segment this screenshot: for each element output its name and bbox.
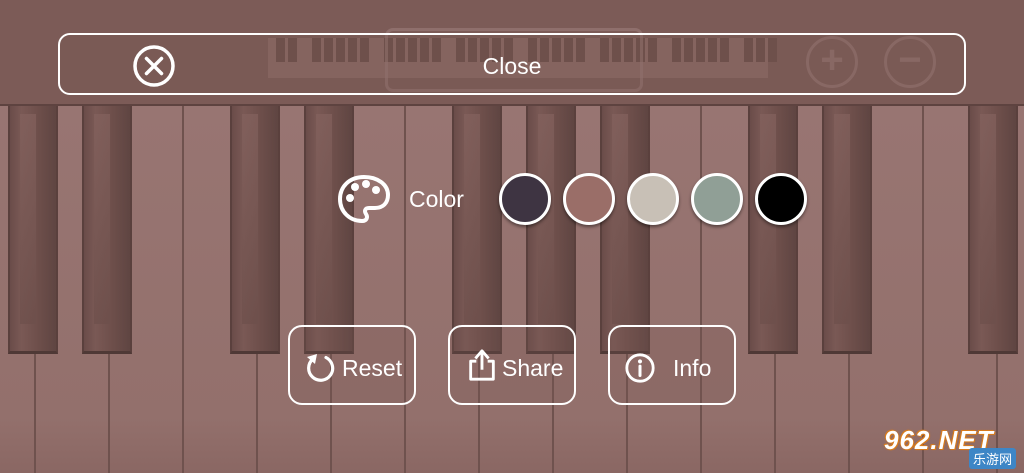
color-swatch-beige[interactable] — [627, 173, 679, 225]
share-icon — [469, 349, 495, 381]
reset-icon — [307, 354, 335, 382]
black-key — [82, 106, 132, 354]
black-key — [526, 106, 576, 354]
palette-icon — [338, 175, 390, 223]
color-swatch-black[interactable] — [755, 173, 807, 225]
black-key — [600, 106, 650, 354]
info-icon — [625, 353, 655, 383]
color-swatch-rose-brown[interactable] — [563, 173, 615, 225]
piano-app: + − Close Color Reset Share Info 962.NET… — [0, 0, 1024, 473]
share-button[interactable]: Share — [448, 325, 576, 405]
share-label: Share — [502, 355, 564, 381]
reset-button[interactable]: Reset — [288, 325, 416, 405]
color-label: Color — [409, 186, 464, 212]
reset-label: Reset — [342, 355, 403, 381]
black-key — [968, 106, 1018, 354]
black-key — [452, 106, 502, 354]
black-key — [230, 106, 280, 354]
color-swatch-dark-plum[interactable] — [499, 173, 551, 225]
piano-keyboard — [0, 106, 1024, 473]
close-label: Close — [482, 53, 542, 79]
info-label: Info — [673, 355, 712, 381]
watermark-sub: 乐游网 — [968, 448, 1016, 469]
color-swatch-sage[interactable] — [691, 173, 743, 225]
info-button[interactable]: Info — [608, 325, 736, 405]
color-picker: Color — [336, 170, 816, 230]
black-key — [304, 106, 354, 354]
close-button[interactable]: Close — [58, 33, 966, 95]
black-key — [8, 106, 58, 354]
black-key — [748, 106, 798, 354]
black-key — [822, 106, 872, 354]
site-watermark: 962.NET 乐游网 — [880, 425, 1018, 469]
